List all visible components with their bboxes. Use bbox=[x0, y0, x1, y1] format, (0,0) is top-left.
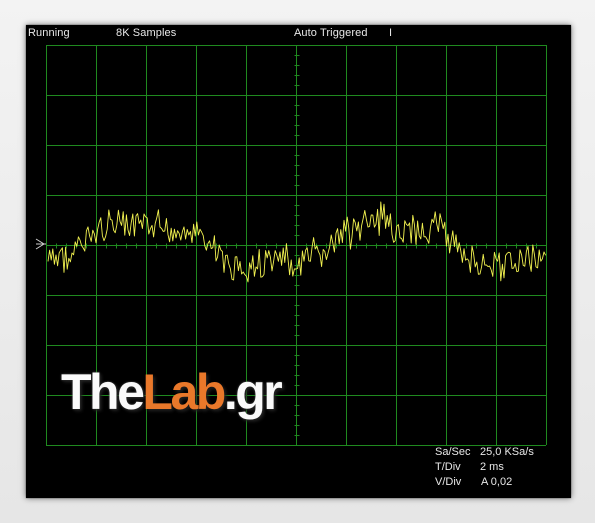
sample-rate-value: 25,0 KSa/s bbox=[480, 446, 534, 458]
watermark-part2: Lab bbox=[142, 364, 226, 420]
oscilloscope-window: Running 8K Samples Auto Triggered I TheL… bbox=[26, 25, 571, 498]
thelab-logo-watermark: TheLab.gr bbox=[61, 364, 283, 420]
volt-div-label: V/Div bbox=[435, 476, 462, 488]
time-div-label: T/Div bbox=[435, 461, 461, 473]
volt-div-value: A 0,02 bbox=[481, 476, 513, 488]
watermark-part3: .gr bbox=[223, 364, 283, 420]
scope-screen bbox=[35, 45, 547, 446]
time-div-value: 2 ms bbox=[480, 461, 504, 473]
sample-rate-label: Sa/Sec bbox=[435, 446, 471, 458]
watermark-part1: The bbox=[61, 364, 145, 420]
